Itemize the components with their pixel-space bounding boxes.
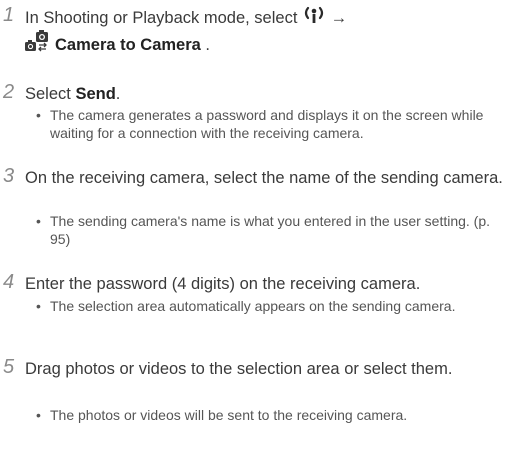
step-text-before: Select	[25, 85, 76, 103]
step-number: 5	[3, 356, 15, 378]
bullet-text: The sending camera's name is what you en…	[50, 213, 491, 247]
step-text-after: .	[200, 36, 210, 54]
bullet-dot: •	[36, 298, 41, 314]
bullet-text: The selection area automatically appears…	[50, 298, 456, 314]
arrow: →	[330, 9, 348, 27]
step-text-after: .	[115, 85, 121, 103]
wifi-share-icon	[304, 6, 324, 23]
step-number: 1	[3, 4, 15, 26]
step-4-bullet: • The selection area automatically appea…	[36, 297, 506, 315]
step-instruction: Drag photos or videos to the selection a…	[25, 360, 453, 378]
step-instruction: In Shooting or Playback mode, select → C…	[25, 5, 511, 57]
send-option: Send	[75, 85, 116, 103]
bullet-dot: •	[36, 213, 41, 229]
bullet-dot: •	[36, 407, 41, 423]
bullet-dot: •	[36, 107, 41, 123]
step-number: 4	[3, 271, 15, 293]
step-5-bullet: • The photos or videos will be sent to t…	[36, 406, 506, 424]
step-number: 2	[3, 81, 15, 103]
camera-to-camera-option: Camera to Camera	[55, 36, 201, 54]
step-instruction: Select Send.	[25, 82, 511, 106]
step-instruction: Enter the password (4 digits) on the rec…	[25, 275, 421, 293]
step-number: 3	[3, 165, 15, 187]
bullet-text: The photos or videos will be sent to the…	[50, 407, 408, 423]
step-text-before: In Shooting or Playback mode, select	[25, 9, 298, 27]
camera-to-camera-icon	[25, 30, 48, 52]
bullet-text: The camera generates a password and disp…	[50, 107, 484, 141]
step-3-bullet: • The sending camera's name is what you …	[36, 212, 506, 248]
step-2-bullet: • The camera generates a password and di…	[36, 106, 506, 142]
step-instruction: On the receiving camera, select the name…	[25, 169, 503, 187]
